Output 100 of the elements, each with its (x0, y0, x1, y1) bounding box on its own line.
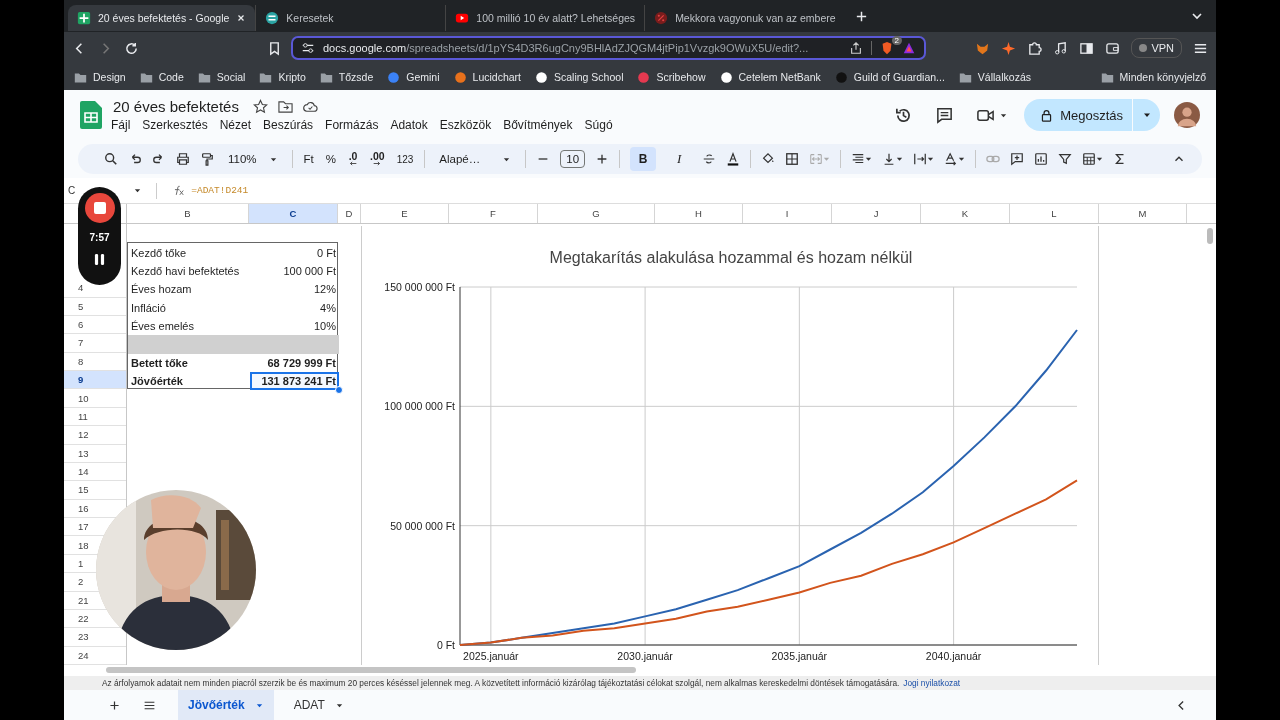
row-number[interactable]: 14 (78, 466, 89, 478)
vertical-align-icon[interactable] (882, 152, 904, 166)
vpn-button[interactable]: VPN (1131, 38, 1182, 58)
avatar[interactable] (1174, 102, 1200, 128)
text-color-icon[interactable] (726, 152, 741, 166)
disclaimer-link[interactable]: Jogi nyilatkozat (903, 678, 961, 688)
puzzle-icon[interactable] (1027, 40, 1043, 56)
print-icon[interactable] (176, 152, 190, 166)
strikethrough-icon[interactable] (702, 152, 717, 166)
column-header[interactable]: J (832, 204, 921, 223)
table-icon[interactable] (1082, 152, 1104, 166)
reload-icon[interactable] (124, 40, 139, 56)
chart-icon[interactable] (1034, 152, 1049, 166)
borders-icon[interactable] (785, 152, 800, 166)
row-number[interactable]: 15 (78, 484, 89, 496)
row-number[interactable]: 12 (78, 429, 89, 441)
row-number[interactable]: 17 (78, 521, 89, 533)
bookmark[interactable]: Design (74, 70, 126, 84)
bookmark-icon[interactable] (267, 40, 282, 56)
row-number[interactable]: 10 (78, 392, 89, 404)
row-number[interactable]: 16 (78, 502, 89, 514)
table-cell[interactable]: 10% (250, 316, 339, 336)
menu-item[interactable]: Bővítmények (503, 118, 573, 132)
pause-icon[interactable] (94, 253, 105, 266)
column-header[interactable]: E (361, 204, 449, 223)
number-format-button[interactable]: 123 (395, 153, 415, 165)
document-title[interactable]: 20 éves befektetés (113, 98, 239, 115)
caret-icon[interactable] (133, 186, 143, 195)
column-header[interactable]: L (1010, 204, 1099, 223)
paint-bucket-icon[interactable] (761, 152, 776, 166)
bookmark[interactable]: Cetelem NetBank (719, 70, 821, 84)
close-icon[interactable] (236, 13, 247, 23)
add-sheet-icon[interactable] (108, 698, 121, 712)
italic-button[interactable]: I (666, 147, 693, 171)
column-header[interactable]: G (538, 204, 655, 223)
tune-icon[interactable] (301, 41, 315, 55)
star-icon[interactable] (252, 99, 268, 114)
browser-tab[interactable]: 100 millió 10 év alatt? Lehetséges (445, 5, 645, 31)
row-number[interactable]: 2 (78, 576, 84, 588)
table-cell[interactable]: 0 Ft (250, 243, 339, 262)
table-cell[interactable]: 12% (250, 280, 339, 299)
menu-item[interactable]: Súgó (584, 118, 613, 132)
row-number[interactable]: 21 (78, 594, 89, 606)
column-header[interactable]: D (338, 204, 361, 223)
table-cell[interactable]: 68 729 999 Ft (250, 353, 339, 372)
menu-item[interactable]: Szerkesztés (142, 118, 208, 132)
row-number[interactable]: 8 (78, 355, 84, 367)
scrollbar-thumb[interactable] (106, 667, 636, 673)
menu-item[interactable]: Eszközök (439, 118, 492, 132)
bookmark[interactable]: Social (197, 70, 246, 84)
menu-item[interactable]: Nézet (219, 118, 252, 132)
row-number[interactable]: 23 (78, 631, 89, 643)
column-header[interactable]: M (1099, 204, 1187, 223)
filter-icon[interactable] (1058, 152, 1073, 166)
row-number[interactable]: 4 (78, 282, 84, 294)
search-icon[interactable] (104, 152, 118, 166)
bookmark[interactable]: Guild of Guardian... (834, 70, 945, 84)
font-dropdown[interactable]: Alapé… (435, 153, 516, 165)
table-cell[interactable]: 4% (250, 298, 339, 317)
row-number[interactable]: 11 (78, 410, 88, 422)
bookmark[interactable]: Gemini (387, 70, 440, 84)
table-cell[interactable]: 100 000 Ft (250, 261, 339, 281)
bookmark[interactable]: Code (139, 70, 184, 84)
browser-tab[interactable]: Keresetek (255, 5, 446, 31)
percent-format-button[interactable]: % (324, 153, 338, 165)
sidebar-icon[interactable] (1079, 40, 1095, 56)
bookmark[interactable]: Lucidchart (453, 70, 521, 84)
row-number[interactable]: 24 (78, 649, 89, 661)
align-icon[interactable] (851, 152, 873, 166)
browser-tab[interactable]: Mekkora vagyonuk van az embere (644, 5, 845, 31)
add-comment-icon[interactable] (1010, 152, 1025, 166)
name-box[interactable]: C (68, 185, 76, 196)
scrollbar-thumb[interactable] (1207, 228, 1213, 244)
triangle-icon[interactable] (902, 41, 916, 55)
font-size-field[interactable]: 10 (560, 150, 586, 168)
column-header[interactable]: I (743, 204, 832, 223)
music-icon[interactable] (1053, 40, 1069, 56)
sheet-tab[interactable]: ADAT (283, 690, 354, 720)
zoom-dropdown[interactable]: 110% (224, 153, 282, 165)
menu-item[interactable]: Beszúrás (263, 118, 314, 132)
bold-button[interactable]: B (630, 147, 657, 171)
folder-icon[interactable] (277, 99, 293, 114)
browser-tab[interactable]: 20 éves befektetés - Google (68, 5, 256, 31)
text-rotate-icon[interactable] (944, 152, 966, 166)
bookmark[interactable]: Scaling School (535, 70, 624, 84)
column-header[interactable]: C (249, 204, 338, 223)
row-number[interactable]: 1 (78, 557, 84, 569)
row-number[interactable]: 5 (78, 300, 84, 312)
bookmark[interactable]: Tőzsde (319, 70, 374, 84)
row-number[interactable]: 9 (78, 374, 84, 386)
share-icon[interactable] (849, 41, 863, 55)
paint-roller-icon[interactable] (200, 152, 214, 166)
row-number[interactable]: 6 (78, 319, 84, 331)
text-wrap-icon[interactable] (913, 152, 935, 166)
menu-item[interactable]: Formázás (325, 118, 379, 132)
bookmark[interactable]: Scribehow (637, 70, 706, 84)
burst-icon[interactable] (1001, 40, 1017, 56)
menu-item[interactable]: Fájl (111, 118, 131, 132)
row-number[interactable]: 18 (78, 539, 89, 551)
wallet-icon[interactable] (1105, 40, 1121, 56)
